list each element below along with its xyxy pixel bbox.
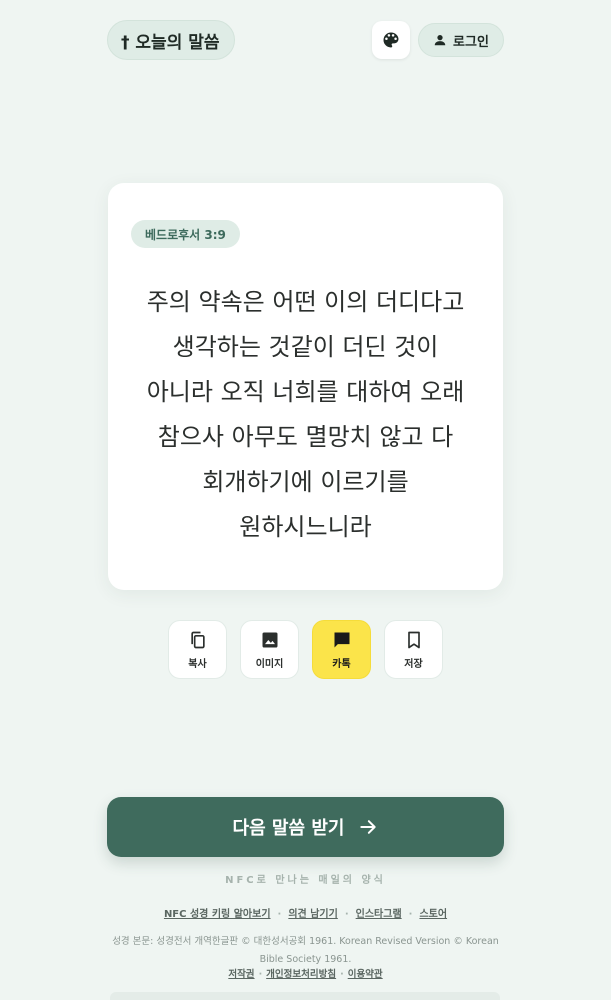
legal-link-copyright[interactable]: 저작권 <box>228 969 254 980</box>
footer-link-instagram[interactable]: 인스타그램 <box>356 909 402 920</box>
legal-separator: · <box>258 969 263 980</box>
brand-logo[interactable]: † 오늘의 말씀 <box>107 20 235 60</box>
arrow-right-icon <box>360 820 377 834</box>
footer-links: NFC 성경 키링 알아보기 · 의견 남기기 · 인스타그램 · 스토어 <box>0 905 611 920</box>
verse-reference-badge: 베드로후서 3:9 <box>131 220 240 248</box>
image-label: 이미지 <box>255 658 284 670</box>
verse-line: 주의 약속은 어떤 이의 더디다고 <box>146 288 465 316</box>
legal-link-terms[interactable]: 이용약관 <box>348 969 383 980</box>
copy-button[interactable]: 복사 <box>168 620 227 679</box>
palette-icon <box>383 32 399 48</box>
theme-palette-button[interactable] <box>372 21 410 59</box>
copy-icon <box>190 631 205 648</box>
copyright-notice: 성경 본문: 성경전서 개역한글판 © 대한성서공회 1961. Korean … <box>112 936 499 965</box>
kakao-share-button[interactable]: 카톡 <box>312 620 371 679</box>
footer-separator: · <box>344 909 349 920</box>
next-verse-label: 다음 말씀 받기 <box>232 818 345 839</box>
header: † 오늘의 말씀 로그인 <box>107 20 504 60</box>
person-icon <box>434 35 446 46</box>
verse-line: 원하시느니라 <box>239 513 372 541</box>
save-label: 저장 <box>404 658 423 670</box>
save-button[interactable]: 저장 <box>384 620 443 679</box>
login-label: 로그인 <box>453 34 489 50</box>
legal-link-privacy[interactable]: 개인정보처리방침 <box>266 969 336 980</box>
legal-separator: · <box>340 969 344 980</box>
copy-label: 복사 <box>188 658 207 670</box>
footer-link-feedback[interactable]: 의견 남기기 <box>288 909 337 920</box>
image-icon <box>262 632 277 647</box>
footer-link-keyring[interactable]: NFC 성경 키링 알아보기 <box>164 909 271 920</box>
footer-separator: · <box>277 909 282 920</box>
legal-links: 저작권 · 개인정보처리방침 · 이용약관 <box>0 966 611 980</box>
tagline: NFC로 만나는 매일의 양식 <box>225 875 386 886</box>
footer-separator: · <box>408 909 413 920</box>
verse-line: 회개하기에 이르기를 <box>202 468 409 496</box>
next-verse-button[interactable]: 다음 말씀 받기 <box>107 797 504 857</box>
verse-card: 베드로후서 3:9 주의 약속은 어떤 이의 더디다고 생각하는 것같이 더딘 … <box>108 183 503 590</box>
bookmark-icon <box>407 631 420 648</box>
kakao-label: 카톡 <box>332 658 351 670</box>
bottom-bar-edge <box>110 992 500 1000</box>
verse-line: 생각하는 것같이 더딘 것이 <box>172 333 439 361</box>
share-actions: 복사 이미지 카톡 저장 <box>168 620 443 680</box>
footer-link-store[interactable]: 스토어 <box>419 909 447 920</box>
verse-line: 참으사 아무도 멸망치 않고 다 <box>157 423 454 451</box>
chat-icon <box>334 632 349 647</box>
login-button[interactable]: 로그인 <box>418 23 504 57</box>
verse-text: 주의 약속은 어떤 이의 더디다고 생각하는 것같이 더딘 것이 아니라 오직 … <box>120 280 491 550</box>
image-button[interactable]: 이미지 <box>240 620 299 679</box>
verse-line: 아니라 오직 너희를 대하여 오래 <box>146 378 465 406</box>
